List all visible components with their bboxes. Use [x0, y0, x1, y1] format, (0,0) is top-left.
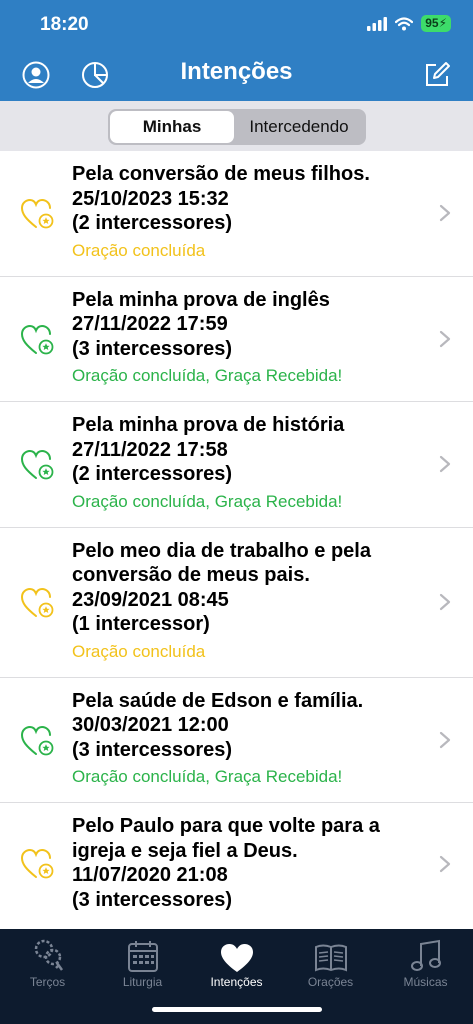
chevron-right-icon — [439, 330, 451, 348]
tab-label: Intenções — [210, 975, 263, 989]
segment-bar: Minhas Intercedendo — [0, 101, 473, 151]
new-intention-button[interactable] — [422, 60, 452, 90]
intention-text: (3 intercessores) — [72, 888, 233, 911]
segment-minhas[interactable]: Minhas — [110, 111, 234, 143]
intention-row[interactable]: Pela minha prova de inglês 27/11/2022 17:… — [0, 277, 473, 402]
heart-completed-icon — [20, 586, 58, 620]
intention-title: Pela saúde de Edson e família. — [72, 689, 364, 712]
intention-title: Pelo Paulo para que volte para a — [72, 815, 380, 837]
intention-status: Oração concluída — [72, 641, 206, 661]
intention-text: conversão de meus pais. — [72, 564, 310, 586]
segmented-control: Minhas Intercedendo — [108, 109, 366, 145]
chevron-right-icon — [439, 204, 451, 222]
intention-title: Pela minha prova de inglês — [72, 288, 330, 311]
tab-label: Orações — [307, 975, 354, 989]
intention-text: (2 intercessores) — [72, 212, 233, 234]
intention-text: (2 intercessores) — [72, 463, 233, 485]
prayer-book-icon — [314, 944, 347, 972]
intention-text: 25/10/2023 15:32 — [72, 187, 229, 210]
signal-icon — [367, 16, 388, 31]
tab-label: Músicas — [403, 975, 448, 989]
compose-icon — [426, 62, 450, 86]
intention-text: (1 intercessor) — [72, 613, 210, 635]
heart-received-icon — [20, 323, 58, 357]
intention-row[interactable]: Pela saúde de Edson e família. 30/03/2021… — [0, 678, 473, 803]
intention-text: 27/11/2022 17:58 — [72, 438, 228, 461]
heart-completed-icon — [20, 847, 58, 881]
tab-label: Liturgia — [122, 975, 163, 989]
tab-tercos[interactable]: Terços — [0, 929, 95, 989]
intention-content: Pela minha prova de história 27/11/2022 1… — [72, 402, 423, 527]
intention-status: Oração concluída, Graça Recebida! — [72, 491, 343, 511]
intention-content: Pela saúde de Edson e família. 30/03/2021… — [72, 678, 423, 803]
status-time: 18:20 — [40, 14, 89, 35]
intentions-list: Pela conversão de meus filhos. 25/10/2023… — [0, 151, 473, 929]
intention-content: Pela conversão de meus filhos. 25/10/2023… — [72, 151, 423, 276]
intention-status: Oração concluída, Graça Recebida! — [72, 366, 343, 385]
status-icons: 95⚡ — [367, 15, 451, 32]
intention-title: Pela conversão de meus filhos. — [72, 163, 370, 185]
intention-text: 11/07/2020 21:08 — [72, 864, 228, 886]
intention-text: (3 intercessores) — [72, 738, 233, 761]
chevron-right-icon — [439, 593, 451, 611]
music-note-icon — [410, 939, 441, 971]
intention-content: Pela minha prova de inglês 27/11/2022 17:… — [72, 277, 423, 402]
heart-completed-icon — [20, 197, 58, 231]
tab-intencoes[interactable]: Intenções — [189, 929, 284, 989]
intention-status: Oração concluída, Graça Recebida! — [72, 767, 343, 786]
chevron-right-icon — [439, 855, 451, 873]
intention-text: 27/11/2022 17:59 — [72, 313, 228, 335]
battery-level: 95 — [425, 16, 439, 30]
intention-row[interactable]: Pelo meo dia de trabalho e pela conversão… — [0, 528, 473, 678]
tab-label: Terços — [29, 975, 66, 989]
intention-text: igreja e seja fiel a Deus. — [72, 839, 298, 862]
heart-received-icon — [20, 724, 58, 758]
calendar-icon — [127, 941, 158, 972]
intention-status: Oração concluída — [72, 240, 206, 260]
home-indicator — [152, 1007, 322, 1012]
tab-liturgia[interactable]: Liturgia — [95, 929, 190, 989]
tab-musicas[interactable]: Músicas — [378, 929, 473, 989]
tab-bar: Terços Liturgia Intenções Orações Música… — [0, 929, 473, 1024]
intention-row[interactable]: Pela minha prova de história 27/11/2022 1… — [0, 402, 473, 528]
chevron-right-icon — [439, 455, 451, 473]
intention-text: (3 intercessores) — [72, 337, 233, 360]
intention-title: Pela minha prova de história — [72, 414, 345, 436]
chevron-right-icon — [439, 731, 451, 749]
heart-received-icon — [20, 448, 58, 482]
charging-icon: ⚡ — [438, 16, 447, 30]
battery-indicator: 95⚡ — [421, 15, 451, 32]
intention-content: Pelo Paulo para que volte para a igreja e… — [72, 803, 423, 924]
intention-text: 30/03/2021 12:00 — [72, 714, 229, 736]
heart-icon — [220, 944, 253, 972]
tab-oracoes[interactable]: Orações — [283, 929, 378, 989]
segment-intercedendo[interactable]: Intercedendo — [234, 111, 364, 143]
intention-row[interactable]: Pelo Paulo para que volte para a igreja e… — [0, 803, 473, 924]
intention-row[interactable]: Pela conversão de meus filhos. 25/10/2023… — [0, 151, 473, 277]
intention-title: Pelo meo dia de trabalho e pela — [72, 539, 371, 562]
app-header: 18:20 95⚡ Intenções — [0, 0, 473, 101]
rosary-icon — [34, 939, 63, 971]
intention-text: 23/09/2021 08:45 — [72, 588, 229, 611]
wifi-icon — [395, 16, 414, 30]
intention-content: Pelo meo dia de trabalho e pela conversão… — [72, 528, 423, 677]
page-title: Intenções — [180, 58, 293, 85]
